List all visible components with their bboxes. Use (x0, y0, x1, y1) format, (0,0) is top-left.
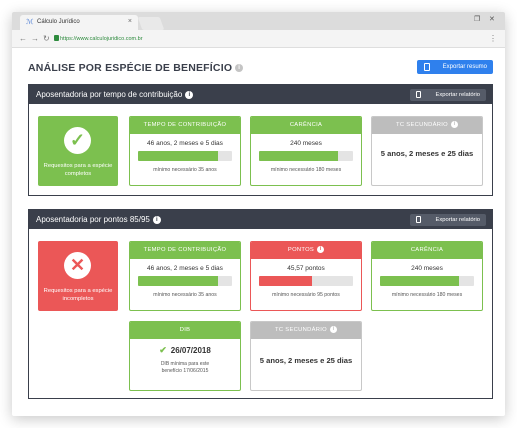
section-header: Aposentadoria por pontos 85/95 i Exportar… (29, 210, 492, 229)
info-icon[interactable]: i (317, 245, 325, 253)
card-title-text: TC SECUNDÁRIO (275, 327, 327, 333)
section-aposentadoria-pontos: Aposentadoria por pontos 85/95 i Exportar… (28, 209, 493, 399)
card-value: 45,57 pontos (287, 265, 325, 272)
card-minimum: mínimo necessário 35 anos (153, 292, 217, 298)
card-dib: DIB ✔ 26/07/2018 DIB mínima para este ben… (129, 321, 241, 391)
section-aposentadoria-tempo-contribuicao: Aposentadoria por tempo de contribuição i… (28, 84, 493, 196)
address-bar: ← → ↻ https://www.calculojuridico.com.br… (12, 30, 505, 48)
card-title: CARÊNCIA (372, 242, 482, 259)
tab-title: Cálculo Jurídico (37, 19, 80, 25)
section-title: Aposentadoria por pontos 85/95 i (36, 215, 161, 225)
card-title: TC SECUNDÁRIO i (372, 117, 482, 134)
section-title-text: Aposentadoria por pontos 85/95 (36, 215, 150, 224)
progress-bar (138, 151, 232, 161)
progress-bar (259, 276, 353, 286)
card-title: PONTOS i (251, 242, 361, 259)
progress-bar (259, 151, 353, 161)
progress-fill (380, 276, 459, 286)
browser-tab[interactable]: ℳ Cálculo Jurídico × (20, 15, 138, 30)
section-header: Aposentadoria por tempo de contribuição i… (29, 85, 492, 104)
status-circle: ✕ (64, 252, 91, 279)
status-incomplete: ✕ Requesitos para a espécie incompletos (38, 241, 118, 311)
export-summary-button[interactable]: Exportar resumo (417, 60, 493, 74)
reload-icon[interactable]: ↻ (43, 34, 50, 44)
card-title: TC SECUNDÁRIO i (251, 322, 361, 339)
status-label: Requesitos para a espécie incompletos (43, 288, 113, 302)
document-icon (416, 216, 421, 223)
dib-date-text: 26/07/2018 (170, 346, 211, 355)
card-value: 46 anos, 2 meses e 5 dias (147, 265, 223, 272)
url-field[interactable]: https://www.calculojuridico.com.br (60, 35, 143, 43)
section-title: Aposentadoria por tempo de contribuição i (36, 90, 194, 100)
lock-icon (54, 35, 59, 41)
card-carencia: CARÊNCIA 240 meses mínimo necessário 180… (250, 116, 362, 186)
card-minimum: mínimo necessário 180 meses (270, 167, 342, 173)
status-circle: ✓ (64, 127, 91, 154)
card-title-text: PONTOS (287, 247, 315, 253)
section-title-text: Aposentadoria por tempo de contribuição (36, 90, 183, 99)
progress-fill (259, 151, 338, 161)
progress-fill (138, 151, 218, 161)
info-icon[interactable]: i (450, 120, 458, 128)
check-icon: ✓ (69, 130, 86, 150)
document-icon (424, 63, 430, 71)
close-x-icon: ✕ (69, 255, 86, 275)
export-report-button[interactable]: Exportar relatório (410, 214, 486, 226)
page-title-text: ANÁLISE POR ESPÉCIE DE BENEFÍCIO (28, 62, 233, 74)
status-label: Requesitos para a espécie completos (43, 163, 113, 177)
card-value: 5 anos, 2 meses e 25 dias (380, 149, 474, 158)
card-title: TEMPO DE CONTRIBUIÇÃO (130, 117, 240, 134)
window-restore-icon[interactable]: ❐ (474, 15, 480, 25)
window-close-icon[interactable]: ✕ (489, 15, 495, 25)
document-icon (416, 91, 421, 98)
browser-menu-icon[interactable]: ⋮ (489, 34, 497, 44)
card-title: TEMPO DE CONTRIBUIÇÃO (130, 242, 240, 259)
card-value: 5 anos, 2 meses e 25 dias (259, 356, 353, 365)
card-title: CARÊNCIA (251, 117, 361, 134)
status-complete: ✓ Requesitos para a espécie completos (38, 116, 118, 186)
card-minimum: mínimo necessário 95 pontos (272, 292, 340, 298)
card-tc-secundario: TC SECUNDÁRIO i 5 anos, 2 meses e 25 dias (371, 116, 483, 186)
info-icon[interactable]: i (329, 325, 337, 333)
tab-bar: ℳ Cálculo Jurídico × ❐ ✕ (12, 12, 505, 30)
check-icon: ✔ (159, 345, 167, 355)
forward-arrow-icon[interactable]: → (31, 34, 39, 44)
card-tc-secundario: TC SECUNDÁRIO i 5 anos, 2 meses e 25 dias (250, 321, 362, 391)
card-value: ✔ 26/07/2018 (130, 345, 240, 356)
card-tempo-contribuicao: TEMPO DE CONTRIBUIÇÃO 46 anos, 2 meses e… (129, 241, 241, 311)
card-carencia: CARÊNCIA 240 meses mínimo necessário 180… (371, 241, 483, 311)
export-report-button[interactable]: Exportar relatório (410, 89, 486, 101)
card-tempo-contribuicao: TEMPO DE CONTRIBUIÇÃO 46 anos, 2 meses e… (129, 116, 241, 186)
info-icon[interactable]: i (235, 64, 244, 73)
progress-fill (138, 276, 218, 286)
tab-close-icon[interactable]: × (128, 18, 132, 26)
progress-bar (138, 276, 232, 286)
card-pontos: PONTOS i 45,57 pontos mínimo necessário 9… (250, 241, 362, 311)
export-summary-label: Exportar resumo (442, 64, 487, 70)
export-report-label: Exportar relatório (435, 92, 480, 98)
new-tab-button[interactable] (137, 17, 165, 30)
progress-fill (259, 276, 312, 286)
browser-window: ℳ Cálculo Jurídico × ❐ ✕ ← → ↻ https://w… (12, 12, 505, 416)
page-title: ANÁLISE POR ESPÉCIE DE BENEFÍCIO i (28, 62, 244, 74)
card-title: DIB (130, 322, 240, 339)
card-minimum: mínimo necessário 180 meses (391, 292, 463, 298)
progress-bar (380, 276, 474, 286)
card-minimum: mínimo necessário 35 anos (153, 167, 217, 173)
dib-note: DIB mínima para este benefício 17/06/201… (160, 361, 210, 374)
card-title-text: TC SECUNDÁRIO (396, 122, 448, 128)
info-icon[interactable]: i (152, 215, 161, 224)
card-value: 240 meses (290, 140, 322, 147)
back-arrow-icon[interactable]: ← (19, 34, 27, 44)
info-icon[interactable]: i (185, 90, 194, 99)
export-report-label: Exportar relatório (435, 217, 480, 223)
card-value: 240 meses (411, 265, 443, 272)
card-value: 46 anos, 2 meses e 5 dias (147, 140, 223, 147)
site-logo-icon: ℳ (26, 19, 34, 26)
